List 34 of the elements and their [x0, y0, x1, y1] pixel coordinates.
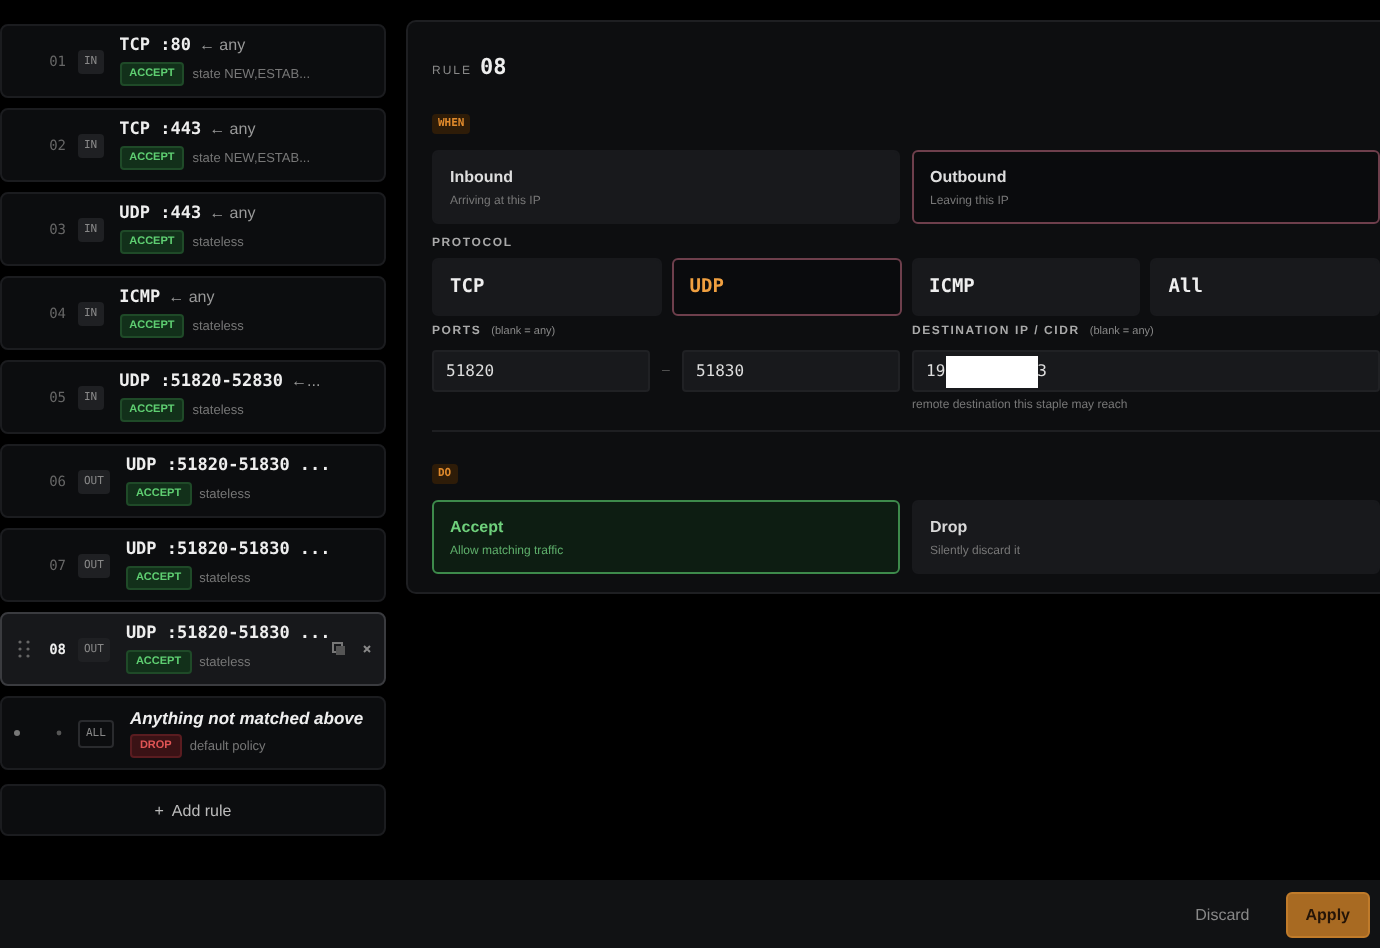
port-from-field[interactable]: 51820: [432, 350, 651, 392]
drag-handle-icon[interactable]: [17, 640, 30, 658]
protocol-option[interactable]: ICMP: [911, 258, 1141, 316]
rule-title: UDP :51820-52830: [119, 372, 284, 392]
rule-title: UDP :51820-51830 ...: [125, 456, 331, 476]
option-title: Outbound: [930, 167, 1009, 185]
protocol-option[interactable]: UDP: [671, 258, 901, 316]
discard-button[interactable]: Discard: [1183, 903, 1262, 925]
rule-title: TCP :443: [119, 120, 202, 140]
rule-peer: ← any: [198, 36, 246, 54]
rule-title: UDP :51820-51830 ...: [125, 624, 331, 644]
dot-icon: [14, 730, 20, 736]
rule-title: UDP :51820-51830 ...: [125, 540, 331, 560]
rule-peer: ←...: [291, 372, 321, 390]
rule-title: ICMP: [119, 288, 161, 308]
option-title: Inbound: [450, 167, 516, 185]
protocol-option[interactable]: All: [1150, 258, 1380, 316]
destination-field[interactable]: 19 3: [912, 350, 1380, 392]
dot-icon: [56, 730, 62, 736]
add-rule-button[interactable]: + Add rule: [0, 784, 386, 836]
port-to-field[interactable]: 51830: [681, 350, 900, 392]
rule-title: UDP :443: [119, 204, 202, 224]
close-icon[interactable]: [362, 644, 372, 654]
option-title: Accept: [450, 517, 506, 535]
protocol-option[interactable]: TCP: [432, 258, 662, 316]
rule-peer: ← any: [209, 120, 256, 138]
rule-title: TCP :80: [119, 36, 191, 56]
rule-title: Anything not matched above: [129, 708, 364, 728]
option-title: Drop: [930, 517, 970, 535]
apply-button[interactable]: Apply: [1285, 891, 1370, 937]
rule-peer: ← any: [209, 204, 256, 222]
rule-peer: ← any: [168, 288, 215, 306]
rule-number: 08: [480, 54, 507, 80]
copy-icon[interactable]: [332, 642, 346, 656]
